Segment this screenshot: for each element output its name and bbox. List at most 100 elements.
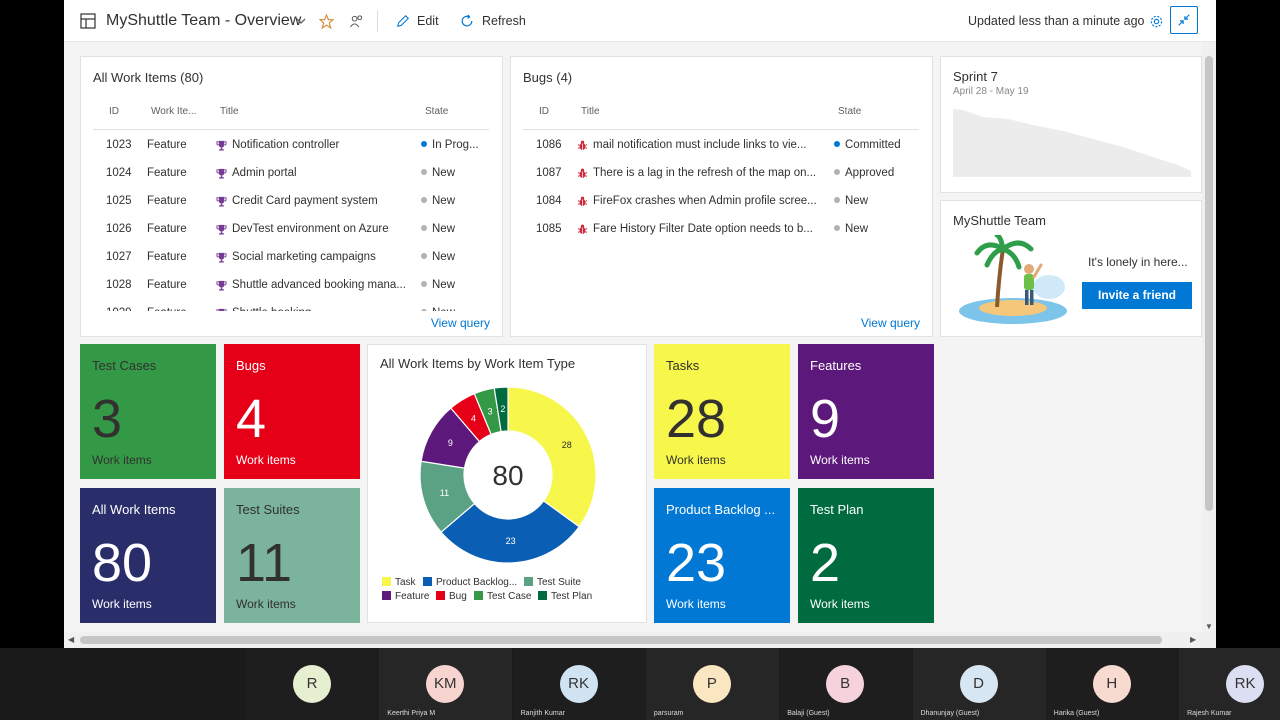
bugs-list: 1086 mail notification must include links… <box>511 131 932 311</box>
legend-item[interactable]: Test Plan <box>538 591 592 602</box>
table-row[interactable]: 1029Feature Shuttle booking New <box>93 299 491 311</box>
sprint-burndown-widget[interactable]: Sprint 7 April 28 - May 19 <box>940 56 1202 193</box>
work-item-title[interactable]: Credit Card payment system <box>232 187 412 215</box>
count-tile-all-work-items[interactable]: All Work Items 80 Work items <box>80 488 216 623</box>
table-row[interactable]: 1087 There is a lag in the refresh of the… <box>523 159 921 187</box>
scroll-left-arrow-icon[interactable]: ◀ <box>68 635 74 644</box>
column-header-id[interactable]: ID <box>109 106 119 117</box>
exit-fullscreen-button[interactable] <box>1170 6 1198 34</box>
feature-trophy-icon <box>216 308 227 311</box>
table-row[interactable]: 1086 mail notification must include links… <box>523 131 921 159</box>
participant-tile[interactable]: RK Rajesh Kumar <box>1179 648 1280 720</box>
chevron-down-icon[interactable] <box>296 0 306 42</box>
refresh-icon <box>460 0 474 42</box>
invite-friend-button[interactable]: Invite a friend <box>1082 282 1192 309</box>
horizontal-scrollbar[interactable]: ◀ ▶ <box>64 632 1216 648</box>
bug-title[interactable]: mail notification must include links to … <box>593 131 833 159</box>
view-query-link[interactable]: View query <box>431 316 490 330</box>
bug-icon <box>577 168 588 179</box>
legend-item[interactable]: Bug <box>436 591 467 602</box>
vertical-scrollbar[interactable]: ▼ <box>1202 42 1216 632</box>
legend-swatch <box>474 591 483 600</box>
work-items-by-type-chart[interactable]: All Work Items by Work Item Type 28 23 11 9… <box>367 344 647 623</box>
tile-unit: Work items <box>236 597 296 611</box>
work-item-title[interactable]: Shuttle advanced booking mana... <box>232 271 412 299</box>
bug-title[interactable]: FireFox crashes when Admin profile scree… <box>593 187 833 215</box>
count-tile-test-cases[interactable]: Test Cases 3 Work items <box>80 344 216 479</box>
table-row[interactable]: 1023 Feature Notification controller In Pro… <box>93 131 491 159</box>
table-row[interactable]: 1025 Feature Credit Card payment system New <box>93 187 491 215</box>
work-item-title[interactable]: Social marketing campaigns <box>232 243 412 271</box>
refresh-button[interactable]: Refresh <box>482 0 526 42</box>
legend-swatch <box>538 591 547 600</box>
legend-item[interactable]: Task <box>382 577 416 588</box>
participant-tile[interactable]: RK Ranjith Kumar <box>512 648 646 720</box>
count-tile-tasks[interactable]: Tasks 28 Work items <box>654 344 790 479</box>
count-tile-bugs[interactable]: Bugs 4 Work items <box>224 344 360 479</box>
legend-item[interactable]: Test Case <box>474 591 531 602</box>
table-row[interactable]: 1027 Feature Social marketing campaigns New <box>93 243 491 271</box>
work-item-title[interactable]: Notification controller <box>232 131 412 159</box>
participant-tile[interactable]: B Balaji (Guest) <box>779 648 913 720</box>
bug-title[interactable]: There is a lag in the refresh of the map… <box>593 159 833 187</box>
column-header-state[interactable]: State <box>838 106 861 117</box>
participant-tile[interactable]: H Harika (Guest) <box>1045 648 1179 720</box>
view-query-link[interactable]: View query <box>861 316 920 330</box>
legend-item[interactable]: Feature <box>382 591 429 602</box>
bug-state-cell: New <box>834 215 919 243</box>
vertical-scroll-thumb[interactable] <box>1205 56 1213 511</box>
participant-tile[interactable]: R <box>246 648 379 720</box>
bugs-query-widget: Bugs (4) ID Title State 1086 mail notific… <box>510 56 933 337</box>
bug-title[interactable]: Fare History Filter Date option needs to… <box>593 215 833 243</box>
work-item-id: 1024 <box>106 167 132 179</box>
table-row[interactable]: 1085 Fare History Filter Date option need… <box>523 215 921 243</box>
donut-chart[interactable]: 28 23 11 9 4 3 2 80 <box>418 385 598 565</box>
column-header-type[interactable]: Work Ite... <box>151 106 196 117</box>
participant-avatar: H <box>1092 665 1131 703</box>
table-row[interactable]: 1028 Feature Shuttle advanced booking mana… <box>93 271 491 299</box>
work-item-title[interactable]: DevTest environment on Azure <box>232 215 412 243</box>
table-row[interactable]: 1026 Feature DevTest environment on Azure N… <box>93 215 491 243</box>
settings-gear-icon[interactable] <box>1149 0 1164 42</box>
state-dot <box>834 141 840 147</box>
work-item-title[interactable]: Admin portal <box>232 159 412 187</box>
bug-icon <box>577 140 588 151</box>
count-tile-product-backlog[interactable]: Product Backlog ... 23 Work items <box>654 488 790 623</box>
page-title[interactable]: MyShuttle Team - Overview <box>106 0 301 42</box>
scroll-right-arrow-icon[interactable]: ▶ <box>1190 635 1196 644</box>
column-header-title[interactable]: Title <box>220 106 239 117</box>
work-item-title[interactable]: Shuttle booking <box>232 299 412 311</box>
count-tile-test-suites[interactable]: Test Suites 11 Work items <box>224 488 360 623</box>
tile-count: 2 <box>810 533 841 593</box>
donut-slice[interactable] <box>507 386 597 528</box>
tile-count: 4 <box>236 389 267 449</box>
bug-id: 1086 <box>536 139 562 151</box>
participant-tile[interactable]: KM Keerthi Priya M <box>379 648 513 720</box>
legend-item[interactable]: Product Backlog... <box>423 577 517 588</box>
column-header-state[interactable]: State <box>425 106 448 117</box>
table-row[interactable]: 1084 FireFox crashes when Admin profile s… <box>523 187 921 215</box>
edit-button[interactable]: Edit <box>417 0 439 42</box>
tile-name: Test Plan <box>810 502 864 517</box>
legend-label: Test Plan <box>551 591 593 602</box>
favorite-star-icon[interactable] <box>319 0 334 42</box>
column-header-id[interactable]: ID <box>539 106 549 117</box>
count-tile-features[interactable]: Features 9 Work items <box>798 344 934 479</box>
participant-tile[interactable]: D Dhanunjay (Guest) <box>912 648 1046 720</box>
work-item-state-cell: New <box>421 299 491 311</box>
bug-id: 1084 <box>536 195 562 207</box>
legend-item[interactable]: Test Suite <box>524 577 581 588</box>
tile-name: Test Suites <box>236 502 300 517</box>
team-members-icon[interactable] <box>349 0 364 42</box>
participant-tile[interactable]: Pparsuram <box>645 648 779 720</box>
count-tile-test-plan[interactable]: Test Plan 2 Work items <box>798 488 934 623</box>
tile-unit: Work items <box>810 597 870 611</box>
column-header-title[interactable]: Title <box>581 106 600 117</box>
work-item-id: 1028 <box>106 279 132 291</box>
horizontal-scroll-thumb[interactable] <box>80 636 1162 644</box>
participant-avatar: RK <box>559 665 598 703</box>
scroll-down-arrow-icon[interactable]: ▼ <box>1205 622 1213 631</box>
dashboard-icon <box>80 0 96 42</box>
table-row[interactable]: 1024 Feature Admin portal New <box>93 159 491 187</box>
legend-swatch <box>436 591 445 600</box>
